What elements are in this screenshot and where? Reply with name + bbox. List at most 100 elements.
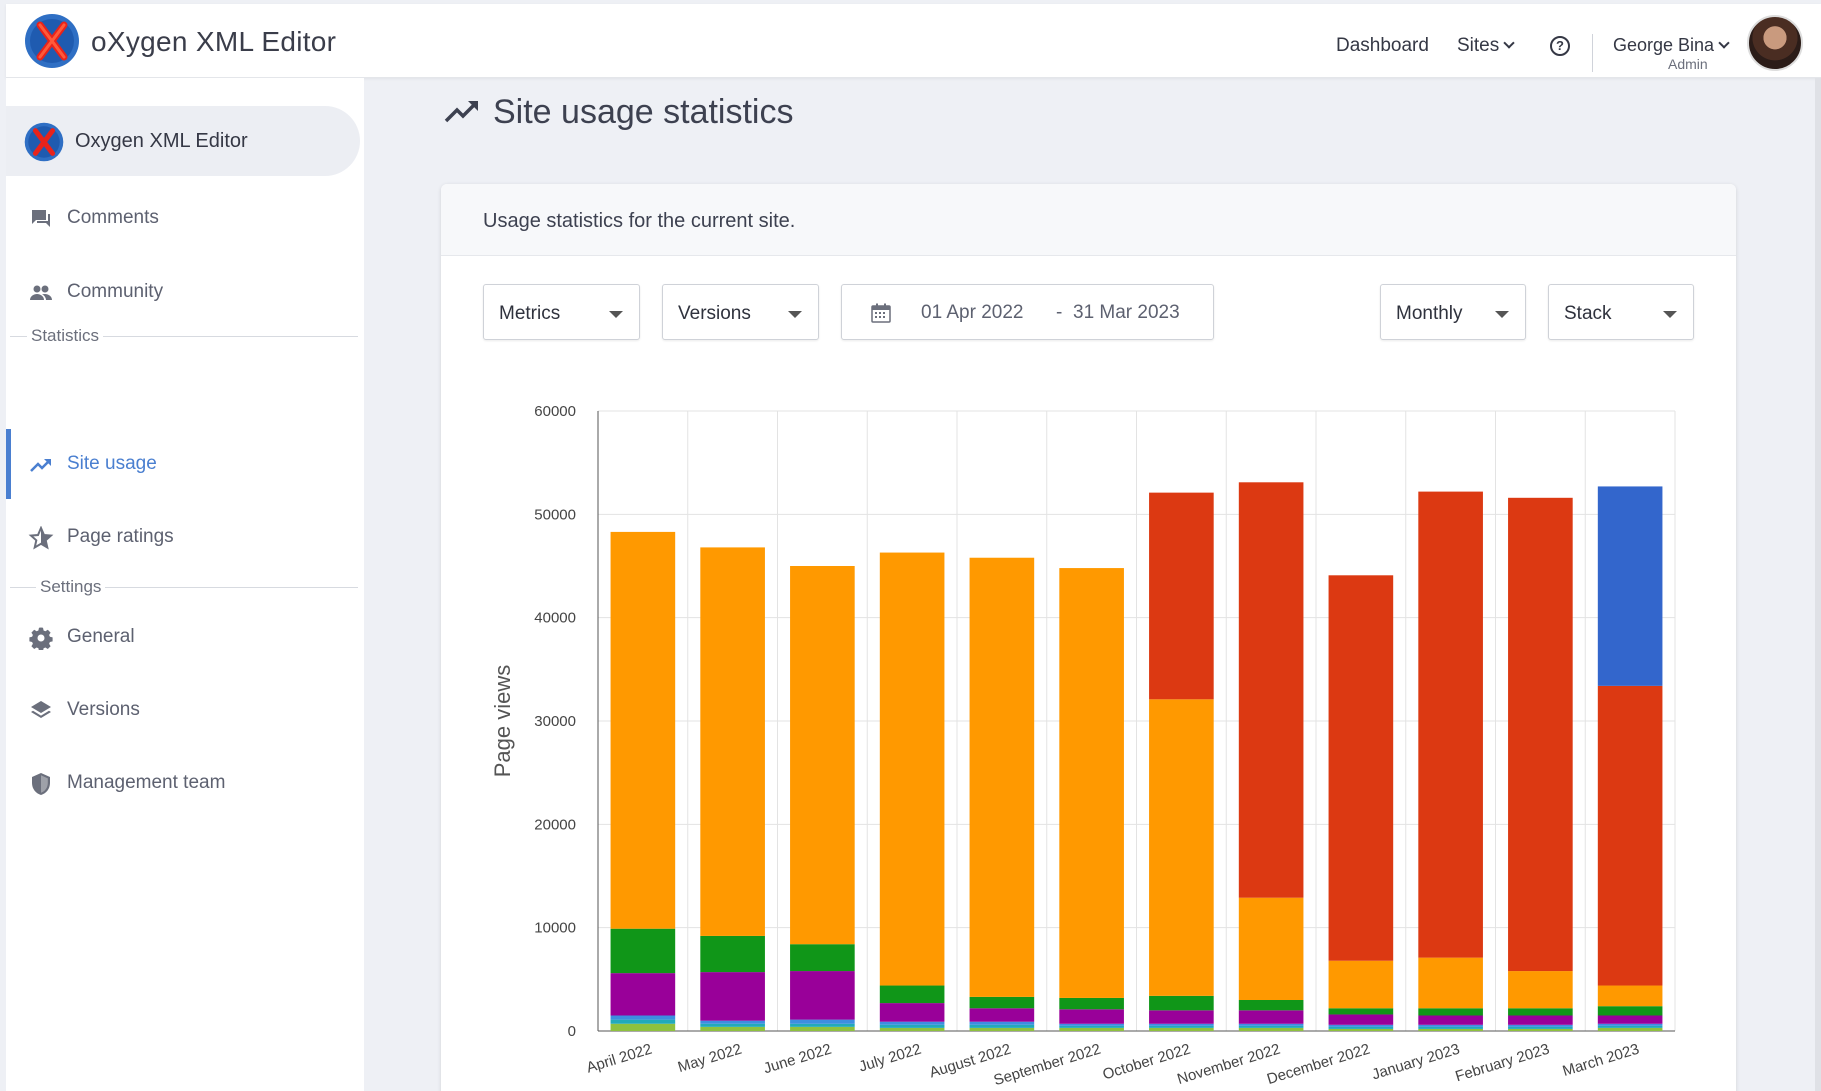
- versions-dropdown[interactable]: Versions: [662, 284, 819, 340]
- bar-segment: [1149, 699, 1214, 996]
- sidebar-item-versions[interactable]: Versions: [6, 687, 364, 733]
- sidebar-item-label: Comments: [67, 207, 159, 228]
- x-tick-label: March 2023: [1561, 1041, 1642, 1080]
- bar-segment: [1418, 1026, 1483, 1029]
- trending-up-icon: [444, 101, 478, 123]
- date-separator: -: [1056, 302, 1063, 323]
- nav-sites-label: Sites: [1457, 35, 1500, 56]
- bar-segment: [1597, 685, 1663, 986]
- bar-segment: [790, 1019, 855, 1024]
- app-title[interactable]: oXygen XML Editor: [91, 26, 336, 58]
- interval-dropdown-value: Monthly: [1396, 303, 1463, 324]
- bar-segment: [969, 1024, 1035, 1028]
- card-description: Usage statistics for the current site.: [483, 210, 796, 232]
- x-tick-label: December 2022: [1265, 1041, 1372, 1088]
- bar-segment: [879, 552, 945, 986]
- bar-segment: [1328, 575, 1394, 961]
- y-tick-label: 50000: [534, 506, 576, 523]
- bar-segment: [879, 1024, 945, 1028]
- sidebar-site-selector[interactable]: Oxygen XML Editor: [6, 106, 360, 176]
- bar-segment: [1418, 491, 1483, 958]
- y-tick-label: 0: [568, 1023, 576, 1040]
- section-label: Statistics: [27, 326, 104, 346]
- bar-segment: [1328, 1026, 1394, 1029]
- layers-icon: [31, 701, 51, 718]
- bar-segment: [1418, 1015, 1483, 1025]
- bar-segment: [1328, 1024, 1394, 1027]
- top-bar: oXygen XML Editor Dashboard Sites ? Geor…: [6, 4, 1821, 78]
- sidebar-item-label: Site usage: [67, 453, 157, 474]
- bar-segment: [1418, 957, 1483, 1009]
- bar-segment: [1418, 1024, 1483, 1027]
- metrics-dropdown[interactable]: Metrics: [483, 284, 640, 340]
- bar-segment: [1238, 1027, 1304, 1031]
- sidebar-item-site-usage[interactable]: Site usage: [6, 429, 364, 499]
- sidebar-item-label: Management team: [67, 772, 226, 793]
- bar-segment: [1508, 971, 1573, 1009]
- bar-segment: [700, 1020, 765, 1024]
- bar-segment: [790, 944, 855, 972]
- mode-dropdown[interactable]: Stack: [1548, 284, 1694, 340]
- bar-segment: [879, 1027, 945, 1031]
- mode-dropdown-value: Stack: [1564, 303, 1612, 324]
- sidebar-item-label: Page ratings: [67, 526, 174, 547]
- y-tick-label: 20000: [534, 816, 576, 833]
- x-tick-label: June 2022: [762, 1041, 834, 1078]
- bar-segment: [700, 547, 765, 936]
- user-role: Admin: [1668, 56, 1708, 72]
- bar-segment: [1059, 997, 1124, 1010]
- chevron-down-icon: [1503, 37, 1515, 49]
- bar-segment: [700, 1026, 765, 1031]
- bar-segment: [879, 1021, 945, 1025]
- chevron-down-icon: [1718, 37, 1730, 49]
- bar-segment: [790, 1023, 855, 1027]
- caret-down-icon: [609, 311, 623, 318]
- oxygen-logo-icon[interactable]: [24, 13, 80, 69]
- bar-segment: [1597, 985, 1663, 1007]
- nav-sites-dropdown[interactable]: Sites: [1457, 35, 1515, 57]
- sidebar-item-comments[interactable]: Comments: [6, 195, 364, 241]
- bar-segment: [790, 971, 855, 1020]
- date-from[interactable]: 01 Apr 2022: [921, 302, 1023, 324]
- bar-segment: [1238, 1000, 1304, 1011]
- user-menu[interactable]: George Bina: [1613, 35, 1730, 56]
- bar-segment: [1149, 492, 1214, 700]
- x-tick-label: February 2023: [1453, 1041, 1551, 1086]
- sidebar-item-label: Community: [67, 281, 164, 302]
- bar-segment: [969, 1008, 1035, 1022]
- bar-segment: [790, 566, 855, 945]
- bar-segment: [700, 972, 765, 1021]
- x-tick-label: July 2022: [857, 1041, 923, 1076]
- sidebar-item-general[interactable]: General: [6, 614, 364, 660]
- bar-segment: [1597, 486, 1663, 686]
- gear-icon: [29, 627, 53, 650]
- bar-segment: [1508, 1024, 1573, 1027]
- bar-segment: [1328, 1014, 1394, 1025]
- bar-segment: [1149, 1023, 1214, 1026]
- bar-segment: [1059, 1027, 1124, 1031]
- y-axis-label: Page views: [490, 665, 515, 778]
- sidebar-item-page-ratings[interactable]: Page ratings: [6, 514, 364, 560]
- sidebar-item-management-team[interactable]: Management team: [6, 760, 364, 806]
- x-tick-label: April 2022: [584, 1041, 654, 1077]
- bar-segment: [1328, 1008, 1394, 1015]
- bar-segment: [1508, 1028, 1573, 1031]
- bar-segment: [1597, 1006, 1663, 1016]
- bar-segment: [1418, 1028, 1483, 1031]
- help-circle-icon[interactable]: ?: [1550, 36, 1570, 56]
- nav-dashboard-link[interactable]: Dashboard: [1336, 35, 1429, 57]
- shield-icon: [32, 773, 50, 795]
- bar-segment: [1238, 1023, 1304, 1026]
- x-tick-label: January 2023: [1370, 1041, 1462, 1084]
- bar-segment: [700, 935, 765, 973]
- date-range-picker[interactable]: 01 Apr 2022 - 31 Mar 2023: [841, 284, 1214, 340]
- bar-segment: [1059, 1025, 1124, 1028]
- date-to[interactable]: 31 Mar 2023: [1073, 302, 1180, 324]
- sidebar-item-community[interactable]: Community: [6, 269, 364, 315]
- avatar[interactable]: [1747, 15, 1803, 71]
- bar-segment: [610, 1019, 676, 1024]
- x-tick-label: May 2022: [676, 1041, 744, 1077]
- interval-dropdown[interactable]: Monthly: [1380, 284, 1526, 340]
- page-title: Site usage statistics: [493, 93, 794, 131]
- usage-chart: 0 10000 20000 30000 40000 50000 60000 April 202…: [490, 403, 1676, 1089]
